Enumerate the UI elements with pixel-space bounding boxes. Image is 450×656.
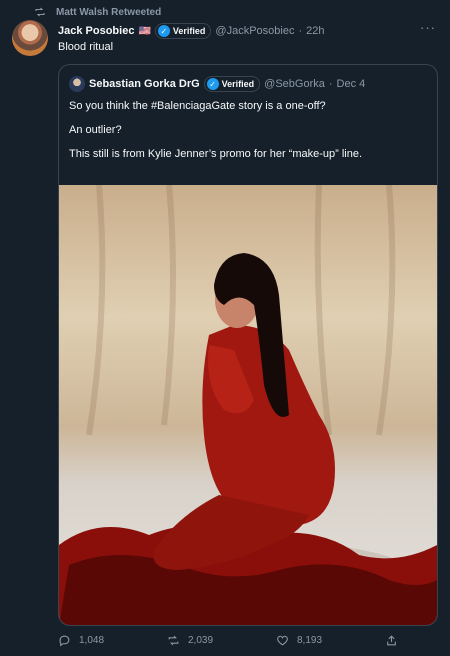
verified-badge[interactable]: ✓ Verified xyxy=(154,23,212,39)
quoted-author-handle[interactable]: @SebGorka xyxy=(264,78,325,90)
retweet-banner: Matt Walsh Retweeted xyxy=(34,4,161,20)
verified-icon: ✓ xyxy=(206,78,219,90)
quoted-date[interactable]: Dec 4 xyxy=(337,78,366,90)
verified-icon: ✓ xyxy=(157,25,170,37)
tweet-actions: 1,048 2,039 8,193 xyxy=(58,628,398,652)
tweet-header: Jack Posobiec 🇺🇸 ✓ Verified @JackPosobie… xyxy=(58,22,438,40)
quoted-verified-badge[interactable]: ✓ Verified xyxy=(203,76,261,92)
retweet-banner-text[interactable]: Matt Walsh Retweeted xyxy=(56,7,161,18)
quoted-paragraph: An outlier? xyxy=(69,124,122,136)
more-icon[interactable]: ··· xyxy=(420,20,436,35)
quoted-tweet-header: Sebastian Gorka DrG ✓ Verified @SebGorka… xyxy=(69,75,427,93)
author-name[interactable]: Jack Posobiec xyxy=(58,25,134,37)
quoted-tweet-text: So you think the #BalenciagaGate story i… xyxy=(69,99,427,171)
like-count: 8,193 xyxy=(297,634,323,646)
avatar[interactable] xyxy=(12,20,48,56)
tweet-photo[interactable] xyxy=(59,185,437,625)
quoted-author-name[interactable]: Sebastian Gorka DrG xyxy=(89,78,200,90)
like-button[interactable]: 8,193 xyxy=(276,634,322,647)
share-icon xyxy=(387,634,396,645)
retweet-icon xyxy=(35,7,45,17)
tweet-text: Blood ritual xyxy=(58,41,114,53)
retweet-icon xyxy=(168,635,179,645)
quoted-avatar[interactable] xyxy=(69,76,85,92)
flag-emoji: 🇺🇸 xyxy=(138,25,151,37)
author-handle[interactable]: @JackPosobiec xyxy=(215,25,294,37)
timestamp[interactable]: 22h xyxy=(306,25,324,37)
verified-label: Verified xyxy=(172,26,206,36)
quoted-paragraph: This still is from Kylie Jenner’s promo … xyxy=(69,148,363,160)
retweet-count: 2,039 xyxy=(188,634,214,646)
reply-icon xyxy=(59,635,70,646)
quoted-paragraph: So you think the #BalenciagaGate story i… xyxy=(69,100,326,112)
verified-label: Verified xyxy=(221,79,255,89)
share-button[interactable] xyxy=(385,634,398,647)
reply-button[interactable]: 1,048 xyxy=(58,634,104,647)
reply-count: 1,048 xyxy=(79,634,105,646)
separator: · xyxy=(328,78,333,90)
separator: · xyxy=(298,25,303,37)
like-icon xyxy=(277,635,288,645)
retweet-button[interactable]: 2,039 xyxy=(167,634,213,647)
photo-artwork xyxy=(59,185,437,625)
quoted-tweet[interactable]: Sebastian Gorka DrG ✓ Verified @SebGorka… xyxy=(58,64,438,626)
